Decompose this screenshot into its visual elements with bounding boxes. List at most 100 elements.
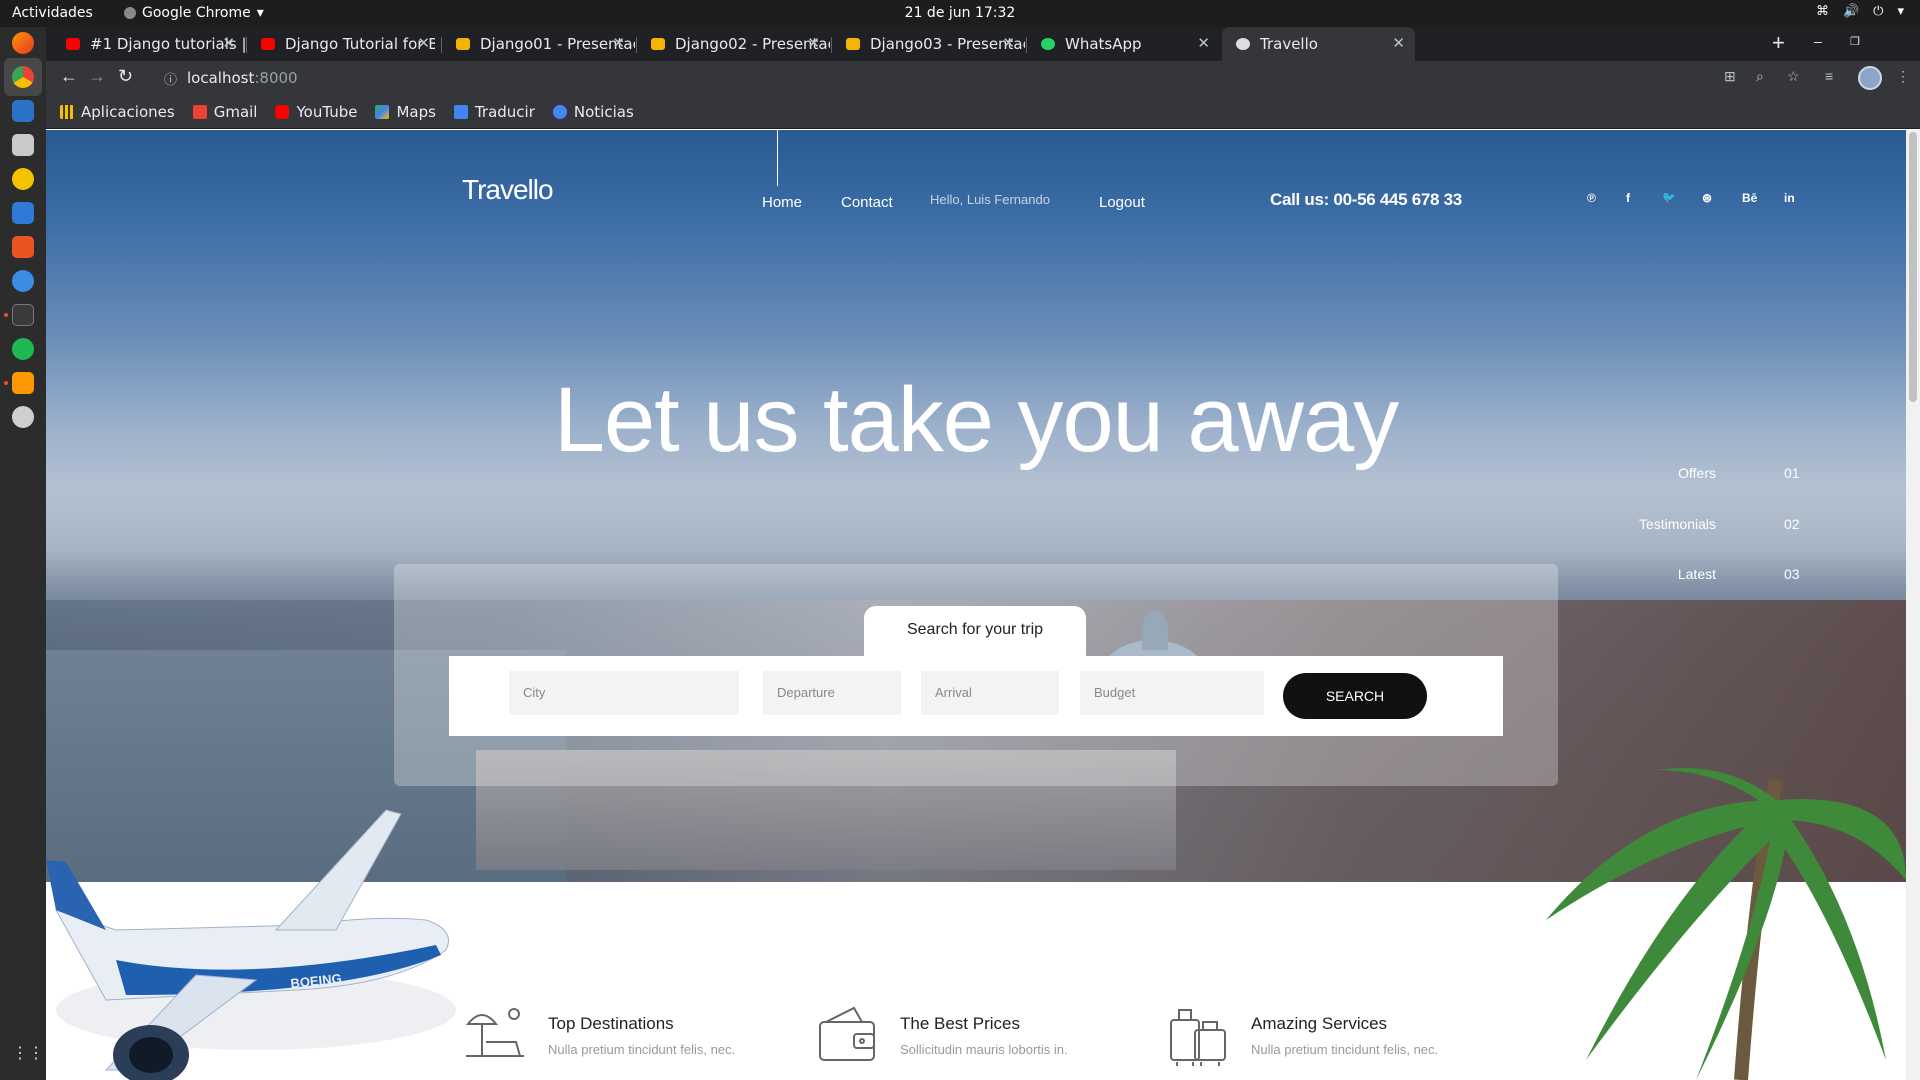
profile-avatar[interactable] <box>1858 66 1882 90</box>
translate-icon[interactable]: ⊞ <box>1724 68 1736 85</box>
pinterest-icon[interactable]: ℗ <box>1587 191 1596 205</box>
forward-button[interactable]: → <box>88 66 106 87</box>
disc-icon[interactable] <box>12 406 34 428</box>
tab-whatsapp[interactable]: WhatsApp ✕ <box>1027 27 1220 61</box>
close-icon[interactable]: ✕ <box>612 34 625 52</box>
bookmark-star-icon[interactable]: ☆ <box>1787 68 1800 85</box>
chrome-toolbar: ← → ↻ ⓘ localhost :8000 ⊞ ⌕ ☆ ≡ ⋮ <box>46 61 1920 95</box>
media-queue-icon[interactable]: ≡ <box>1825 68 1833 84</box>
news-icon <box>552 104 567 119</box>
search-button[interactable]: SEARCH <box>1283 673 1427 719</box>
close-icon[interactable]: ✕ <box>417 34 430 52</box>
side-nav-number: 01 <box>1784 465 1800 481</box>
tab-django01[interactable]: Django01 - Presentacione ✕ <box>442 27 635 61</box>
slides-favicon-icon <box>846 38 860 50</box>
bookmark-news[interactable]: Noticias <box>552 102 634 121</box>
site-logo[interactable]: Travello <box>462 174 554 206</box>
airplane-image: BOEING <box>46 809 456 1080</box>
translate-icon <box>453 104 468 119</box>
zoom-icon[interactable]: ⌕ <box>1756 68 1764 85</box>
city-input[interactable]: City <box>509 671 739 715</box>
power-icon: ⏻ <box>1873 4 1884 19</box>
running-indicator <box>4 313 8 317</box>
system-tray[interactable]: ⌘ 🔊 ⏻ ▾ <box>1816 4 1904 19</box>
feature-best-prices: The Best Prices Sollicitudin mauris lobor… <box>814 1002 1068 1068</box>
youtube-icon <box>275 104 290 119</box>
rhythmbox-icon[interactable] <box>12 168 34 190</box>
behance-icon[interactable]: Bē <box>1742 191 1757 205</box>
help-icon[interactable] <box>12 270 34 292</box>
feature-title: Top Destinations <box>548 1014 674 1033</box>
maps-icon <box>375 104 390 119</box>
scrollbar-thumb[interactable] <box>1909 132 1917 402</box>
search-tab-title[interactable]: Search for your trip <box>864 606 1086 656</box>
tab-django-tutorials[interactable]: #1 Django tutorials | Wha ✕ <box>52 27 245 61</box>
page-scrollbar[interactable] <box>1906 130 1920 1080</box>
nav-logout[interactable]: Logout <box>1099 194 1145 211</box>
terminal-icon[interactable] <box>12 304 34 326</box>
bookmark-maps[interactable]: Maps <box>375 103 436 121</box>
feature-text: Sollicitudin mauris lobortis in. <box>900 1042 1068 1057</box>
close-icon[interactable]: ✕ <box>807 34 820 52</box>
bookmark-youtube[interactable]: YouTube <box>275 103 357 121</box>
info-icon[interactable]: ⓘ <box>164 69 177 88</box>
slides-favicon-icon <box>456 38 470 50</box>
volume-icon: 🔊 <box>1842 4 1860 19</box>
globe-favicon-icon <box>1236 38 1250 50</box>
thunderbird-icon[interactable] <box>12 100 34 122</box>
spotify-icon[interactable] <box>12 338 34 360</box>
facebook-icon[interactable]: f <box>1626 191 1630 205</box>
close-icon[interactable]: ✕ <box>1197 34 1210 52</box>
tab-django03[interactable]: Django03 - Presentacione ✕ <box>832 27 1025 61</box>
url-host: localhost <box>187 69 255 87</box>
bookmark-gmail[interactable]: Gmail <box>192 102 258 121</box>
address-bar[interactable]: ⓘ localhost :8000 <box>154 64 1834 92</box>
nav-contact[interactable]: Contact <box>841 194 893 211</box>
bookmark-label: Noticias <box>573 102 634 121</box>
whatsapp-favicon-icon <box>1041 38 1055 50</box>
dribbble-icon[interactable]: ⊛ <box>1702 191 1712 205</box>
tab-travello[interactable]: Travello ✕ <box>1222 27 1415 61</box>
side-nav-testimonials[interactable]: Testimonials <box>1596 516 1716 532</box>
minimize-button[interactable]: – <box>1814 33 1822 49</box>
departure-input[interactable]: Departure <box>763 671 901 715</box>
firefox-icon[interactable] <box>12 32 34 54</box>
chrome-icon[interactable] <box>12 66 34 88</box>
linkedin-icon[interactable]: in <box>1784 191 1795 205</box>
clock[interactable]: 21 de jun 17:32 <box>0 5 1920 21</box>
feature-title: Amazing Services <box>1251 1014 1388 1033</box>
wallet-icon <box>819 1006 875 1061</box>
chevron-down-icon: ▾ <box>1897 4 1904 19</box>
tab-django-tutorial-beginners[interactable]: Django Tutorial for Be ✕ <box>247 27 440 61</box>
beach-umbrella-icon <box>465 1008 524 1057</box>
maximize-button[interactable]: ❐ <box>1850 35 1860 48</box>
close-icon[interactable]: ✕ <box>1392 34 1405 52</box>
bookmark-label: Gmail <box>213 102 258 121</box>
feature-top-destinations: Top Destinations Nulla pretium tincidunt … <box>462 1002 735 1068</box>
software-center-icon[interactable] <box>12 236 34 258</box>
bookmark-apps[interactable]: Aplicaciones <box>60 103 175 121</box>
tab-django02[interactable]: Django02 - Presentacione ✕ <box>637 27 830 61</box>
budget-input[interactable]: Budget <box>1080 671 1264 715</box>
close-icon[interactable]: ✕ <box>1002 34 1015 52</box>
kebab-menu-icon[interactable]: ⋮ <box>1896 68 1910 85</box>
twitter-icon[interactable]: 🐦 <box>1662 191 1676 204</box>
bookmark-translate[interactable]: Traducir <box>453 103 535 121</box>
arrival-input[interactable]: Arrival <box>921 671 1059 715</box>
files-icon[interactable] <box>12 134 34 156</box>
writer-icon[interactable] <box>12 202 34 224</box>
dock: ⋮⋮ <box>0 27 46 1080</box>
side-nav-latest[interactable]: Latest <box>1596 566 1716 582</box>
call-us-text: Call us: 00-56 445 678 33 <box>1270 190 1462 209</box>
side-nav-offers[interactable]: Offers <box>1596 465 1716 481</box>
new-tab-button[interactable]: + <box>1772 30 1785 56</box>
sublime-text-icon[interactable] <box>12 372 34 394</box>
reload-button[interactable]: ↻ <box>118 66 133 87</box>
search-form: City Departure Arrival Budget SEARCH <box>449 656 1503 736</box>
header-divider <box>777 130 778 186</box>
bookmarks-bar: Aplicaciones Gmail YouTube Maps Traducir… <box>46 95 1920 129</box>
close-icon[interactable]: ✕ <box>222 34 235 52</box>
nav-home[interactable]: Home <box>762 194 802 211</box>
back-button[interactable]: ← <box>60 66 78 87</box>
show-apps-icon[interactable]: ⋮⋮ <box>12 1043 44 1065</box>
